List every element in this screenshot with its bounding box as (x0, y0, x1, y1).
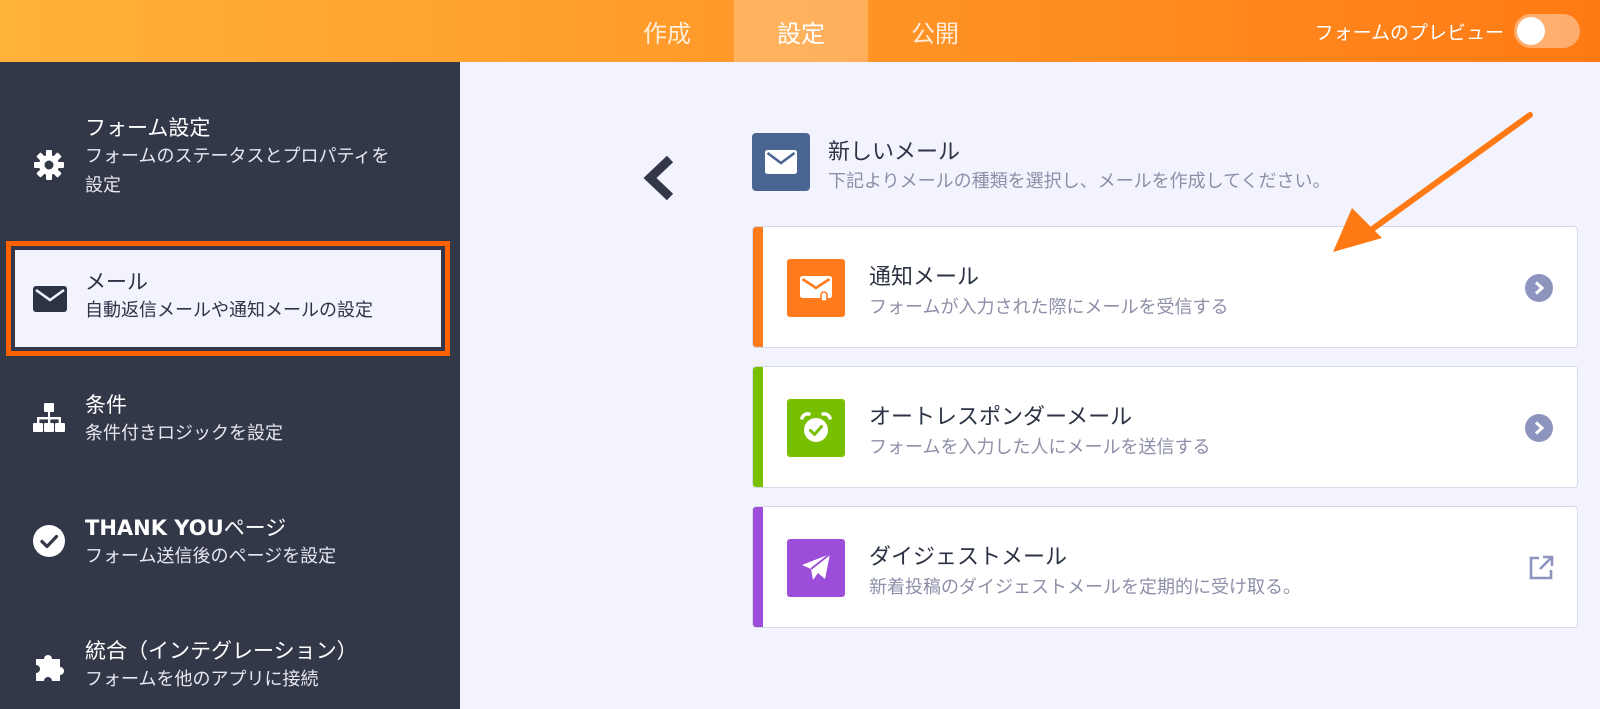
sidebar-item-title: 統合（インテグレーション） (85, 639, 358, 663)
main-tabs: 作成 設定 公開 (600, 0, 1002, 62)
sidebar-item-integrations[interactable]: 統合（インテグレーション） フォームを他のアプリに接続 (0, 637, 460, 697)
sidebar-item-thank-you[interactable]: THANK YOUページ フォーム送信後のページを設定 (0, 514, 460, 574)
sidebar-item-conditions[interactable]: 条件 条件付きロジックを設定 (0, 391, 460, 451)
sidebar-item-subtitle: 自動返信メールや通知メールの設定 (85, 300, 373, 321)
sidebar-item-title-bold: THANK YOU (85, 516, 224, 540)
sidebar-item-subtitle: 条件付きロジックを設定 (85, 423, 283, 444)
card-subtitle: フォームを入力した人にメールを送信する (869, 437, 1211, 458)
chevron-right-circle-icon (1525, 414, 1553, 442)
gear-icon (32, 148, 66, 182)
sidebar-item-email[interactable]: メール 自動返信メールや通知メールの設定 (6, 241, 450, 356)
form-preview-label: フォームのプレビュー (1314, 21, 1504, 44)
sidebar-item-form-settings[interactable]: フォーム設定 フォームのステータスとプロパティを 設定 (0, 114, 460, 204)
puzzle-icon (32, 649, 66, 683)
toggle-knob (1517, 17, 1545, 45)
sidebar-item-title: フォーム設定 (85, 116, 211, 140)
notification-envelope-icon (787, 259, 845, 317)
sidebar-item-subtitle: フォームを他のアプリに接続 (85, 669, 319, 690)
paper-plane-icon (787, 539, 845, 597)
digest-email-card[interactable]: ダイジェストメール 新着投稿のダイジェストメールを定期的に受け取る。 (752, 506, 1578, 628)
annotation-arrow (1330, 110, 1540, 260)
sidebar-item-title: THANK YOUページ (85, 514, 440, 542)
check-circle-icon (32, 524, 66, 558)
card-accent-stripe (753, 507, 763, 627)
page-subtitle: 下記よりメールの種類を選択し、メールを作成してください。 (828, 171, 1331, 192)
tab-create[interactable]: 作成 (600, 0, 734, 62)
card-title: オートレスポンダーメール (869, 405, 1133, 430)
sidebar-item-subtitle: フォーム送信後のページを設定 (85, 546, 337, 567)
form-preview-toggle[interactable] (1514, 14, 1580, 48)
envelope-icon (752, 133, 810, 191)
settings-sidebar: フォーム設定 フォームのステータスとプロパティを 設定 メール 自動返信メールや… (0, 62, 460, 709)
sidebar-item-title: メール (85, 270, 148, 294)
sidebar-item-subtitle: 設定 (85, 175, 121, 196)
sidebar-item-subtitle: フォームのステータスとプロパティを (85, 146, 390, 167)
tab-publish[interactable]: 公開 (868, 0, 1002, 62)
card-title: ダイジェストメール (869, 545, 1068, 570)
card-subtitle: フォームが入力された際にメールを受信する (869, 297, 1229, 318)
tab-settings[interactable]: 設定 (734, 0, 868, 62)
external-link-icon (1527, 554, 1555, 582)
page-title: 新しいメール (828, 140, 961, 165)
alarm-clock-icon (787, 399, 845, 457)
autoresponder-email-card[interactable]: オートレスポンダーメール フォームを入力した人にメールを送信する (752, 366, 1578, 488)
top-navigation-bar: 作成 設定 公開 フォームのプレビュー (0, 0, 1600, 62)
chevron-right-circle-icon (1525, 274, 1553, 302)
card-subtitle: 新着投稿のダイジェストメールを定期的に受け取る。 (869, 577, 1301, 598)
card-accent-stripe (753, 227, 763, 347)
card-accent-stripe (753, 367, 763, 487)
sidebar-item-title-rest: ページ (223, 516, 287, 540)
sidebar-item-title: 条件 (85, 393, 127, 417)
back-chevron-icon[interactable] (640, 155, 680, 201)
sitemap-icon (32, 401, 66, 435)
form-preview-control: フォームのプレビュー (1315, 0, 1580, 62)
envelope-icon (33, 282, 67, 316)
card-title: 通知メール (869, 265, 980, 290)
